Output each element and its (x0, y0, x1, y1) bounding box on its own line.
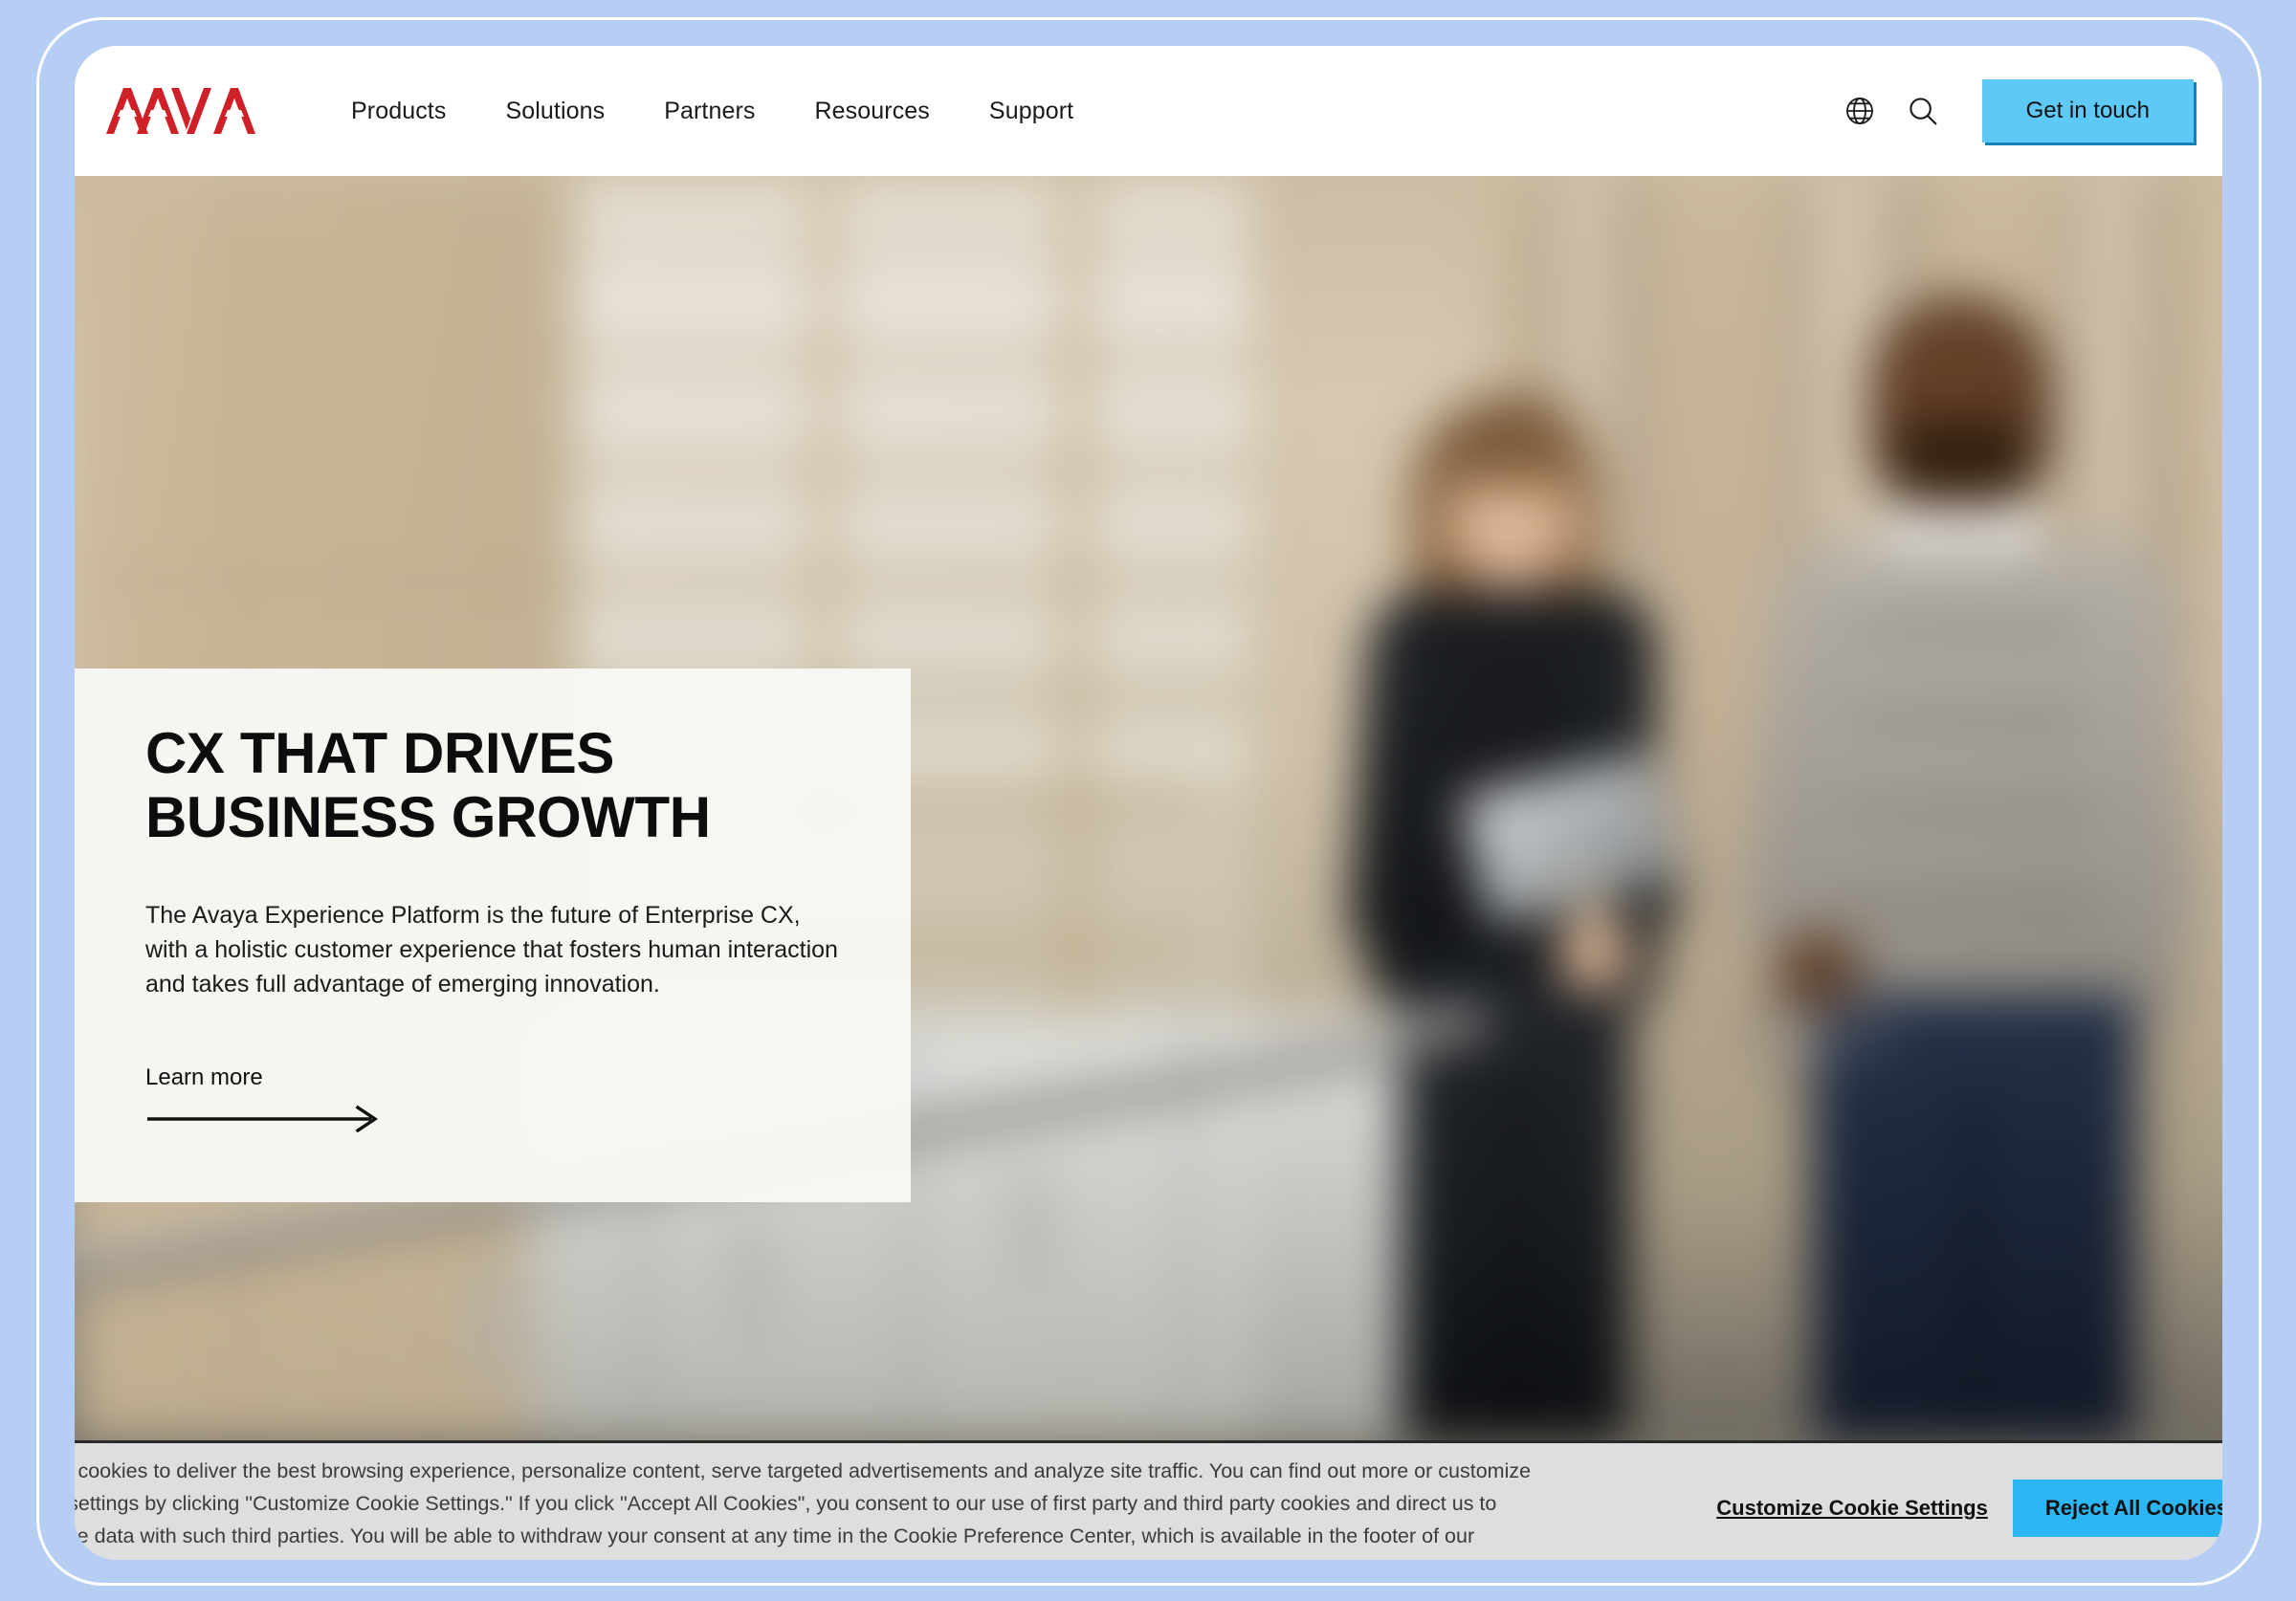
arrow-right-icon (147, 1106, 379, 1133)
reject-all-cookies-button[interactable]: Reject All Cookies (2012, 1480, 2222, 1537)
cookie-consent-text: We use cookies to deliver the best brows… (75, 1459, 1532, 1560)
avaya-logo[interactable] (103, 84, 266, 138)
nav-item-products[interactable]: Products (321, 88, 475, 135)
cookie-banner-actions: Customize Cookie Settings Reject All Coo… (1716, 1480, 2222, 1537)
nav-item-solutions[interactable]: Solutions (475, 88, 634, 135)
hero-headline: CX THAT DRIVES BUSINESS GROWTH (145, 721, 711, 849)
nav-item-resources[interactable]: Resources (785, 88, 960, 135)
hero-section: CX THAT DRIVES BUSINESS GROWTH The Avaya… (75, 176, 2222, 1440)
get-in-touch-button[interactable]: Get in touch (1981, 79, 2194, 143)
nav-right-actions: Get in touch (1833, 79, 2194, 143)
site-navbar: Products Solutions Partners Resources Su… (75, 46, 2222, 176)
person-walking-left (1346, 343, 1734, 1440)
globe-icon[interactable] (1833, 84, 1887, 138)
customize-cookie-settings-link[interactable]: Customize Cookie Settings (1716, 1496, 1988, 1521)
nav-links: Products Solutions Partners Resources Su… (321, 88, 1103, 135)
nav-item-partners[interactable]: Partners (634, 88, 784, 135)
cookie-consent-banner: We use cookies to deliver the best brows… (75, 1440, 2222, 1560)
nav-item-support[interactable]: Support (960, 88, 1103, 135)
page-root: Products Solutions Partners Resources Su… (0, 0, 2296, 1601)
browser-window: Products Solutions Partners Resources Su… (75, 46, 2222, 1560)
person-walking-right (1743, 272, 2198, 1440)
learn-more-label: Learn more (145, 1064, 263, 1091)
search-icon[interactable] (1896, 84, 1950, 138)
hero-description: The Avaya Experience Platform is the fut… (145, 902, 838, 998)
learn-more-link[interactable]: Learn more (145, 1064, 385, 1133)
hero-text-panel: CX THAT DRIVES BUSINESS GROWTH The Avaya… (75, 669, 911, 1203)
